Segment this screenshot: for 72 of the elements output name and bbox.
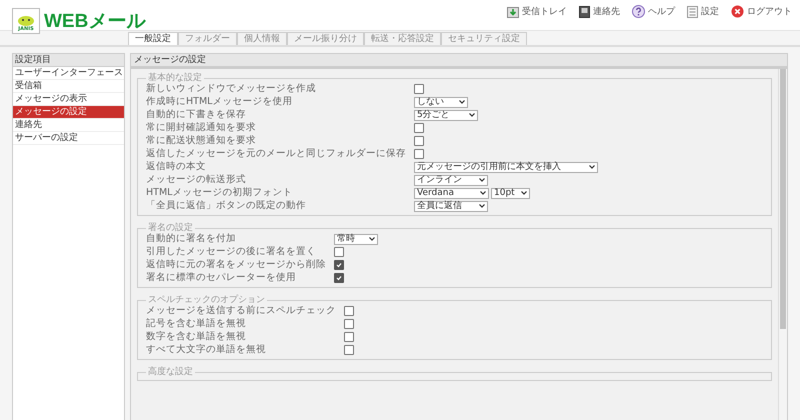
setting-label: 返信時の本文 bbox=[146, 161, 207, 173]
sidebar-item[interactable]: 受信箱 bbox=[13, 80, 124, 93]
chevron-icon bbox=[589, 165, 595, 169]
checkbox[interactable] bbox=[334, 273, 344, 283]
setting-label: すべて大文字の単語を無視 bbox=[146, 344, 267, 356]
chevron-icon bbox=[480, 191, 486, 195]
setting-label: 自動的に署名を付加 bbox=[146, 233, 237, 245]
setting-label: メッセージの転送形式 bbox=[146, 174, 247, 186]
checkbox[interactable] bbox=[344, 306, 354, 316]
setting-label: 自動的に下書きを保存 bbox=[146, 109, 247, 121]
group-legend: 署名の設定 bbox=[146, 223, 195, 233]
dropdown[interactable]: 10pt bbox=[491, 188, 530, 198]
help-icon bbox=[632, 5, 645, 18]
setting-label: 「全員に返信」ボタンの既定の動作 bbox=[146, 200, 307, 212]
panel-title: メッセージの設定 bbox=[131, 54, 787, 69]
checkbox[interactable] bbox=[414, 123, 424, 133]
close-icon bbox=[731, 5, 744, 18]
setting-label: 記号を含む単語を無視 bbox=[146, 318, 247, 330]
setting-label: HTMLメッセージの初期フォント bbox=[146, 187, 294, 199]
address-book-icon bbox=[579, 6, 590, 18]
chevron-icon bbox=[479, 204, 485, 208]
setting-label: 新しいウィンドウでメッセージを作成 bbox=[146, 83, 317, 95]
group-legend: 高度な設定 bbox=[146, 367, 195, 377]
setting-label: 署名に標準のセパレーターを使用 bbox=[146, 272, 297, 284]
toolbar-link[interactable]: 連絡先 bbox=[579, 5, 620, 18]
settings-tab[interactable]: 一般設定 bbox=[128, 32, 178, 45]
chevron-icon bbox=[469, 113, 475, 117]
dropdown[interactable]: 常時 bbox=[334, 234, 378, 244]
setting-label: 常に配送状態通知を要求 bbox=[146, 135, 257, 147]
checkbox[interactable] bbox=[344, 345, 354, 355]
logo-icon bbox=[17, 15, 35, 26]
toolbar-link[interactable]: ログアウト bbox=[731, 5, 792, 18]
dropdown[interactable]: Verdana bbox=[414, 188, 489, 198]
dropdown[interactable]: しない bbox=[414, 96, 468, 108]
checkbox[interactable] bbox=[414, 136, 424, 146]
chevron-icon bbox=[520, 191, 527, 195]
group-legend: スペルチェックのオプション bbox=[146, 295, 267, 305]
setting-label: 返信したメッセージを元のメールと同じフォルダーに保存 bbox=[146, 148, 406, 160]
dropdown[interactable]: インライン bbox=[414, 174, 488, 186]
check-icon bbox=[336, 275, 342, 281]
setting-label: 返信時に元の署名をメッセージから削除 bbox=[146, 259, 326, 271]
sidebar-item[interactable]: メッセージの設定 bbox=[13, 106, 124, 119]
toolbar-link[interactable]: 設定 bbox=[687, 5, 719, 18]
toolbar-link[interactable]: ヘルプ bbox=[632, 5, 675, 18]
checkbox[interactable] bbox=[344, 332, 354, 342]
chevron-icon bbox=[459, 100, 465, 104]
dropdown[interactable]: 全員に返信 bbox=[414, 200, 488, 212]
checkbox[interactable] bbox=[414, 149, 424, 159]
inbox-icon bbox=[507, 6, 519, 18]
checkbox[interactable] bbox=[344, 319, 354, 329]
app-title: WEBメール bbox=[44, 10, 146, 34]
chevron-icon bbox=[479, 178, 485, 182]
sidebar-item[interactable]: ユーザーインターフェース bbox=[13, 67, 124, 80]
chevron-icon bbox=[369, 237, 375, 241]
check-icon bbox=[336, 262, 342, 268]
checkbox[interactable] bbox=[334, 247, 344, 257]
setting-label: 数字を含む単語を無視 bbox=[146, 331, 247, 343]
setting-label: メッセージを送信する前にスペルチェック bbox=[146, 305, 336, 317]
dropdown[interactable]: 5分ごと bbox=[414, 110, 478, 120]
checkbox[interactable] bbox=[334, 260, 344, 270]
sidebar-item[interactable]: 連絡先 bbox=[13, 119, 124, 132]
sidebar-item[interactable]: サーバーの設定 bbox=[13, 132, 124, 145]
setting-label: 常に開封確認通知を要求 bbox=[146, 122, 257, 134]
checkbox[interactable] bbox=[414, 84, 424, 94]
document-icon bbox=[687, 6, 698, 18]
setting-label: 引用したメッセージの後に署名を置く bbox=[146, 246, 317, 258]
toolbar-link[interactable]: 受信トレイ bbox=[507, 5, 567, 18]
setting-label: 作成時にHTMLメッセージを使用 bbox=[146, 96, 294, 108]
scrollbar[interactable] bbox=[778, 69, 787, 420]
group-legend: 基本的な設定 bbox=[146, 73, 204, 83]
dropdown[interactable]: 元メッセージの引用前に本文を挿入 bbox=[414, 162, 598, 172]
sidebar-title: 設定項目 bbox=[13, 54, 124, 67]
